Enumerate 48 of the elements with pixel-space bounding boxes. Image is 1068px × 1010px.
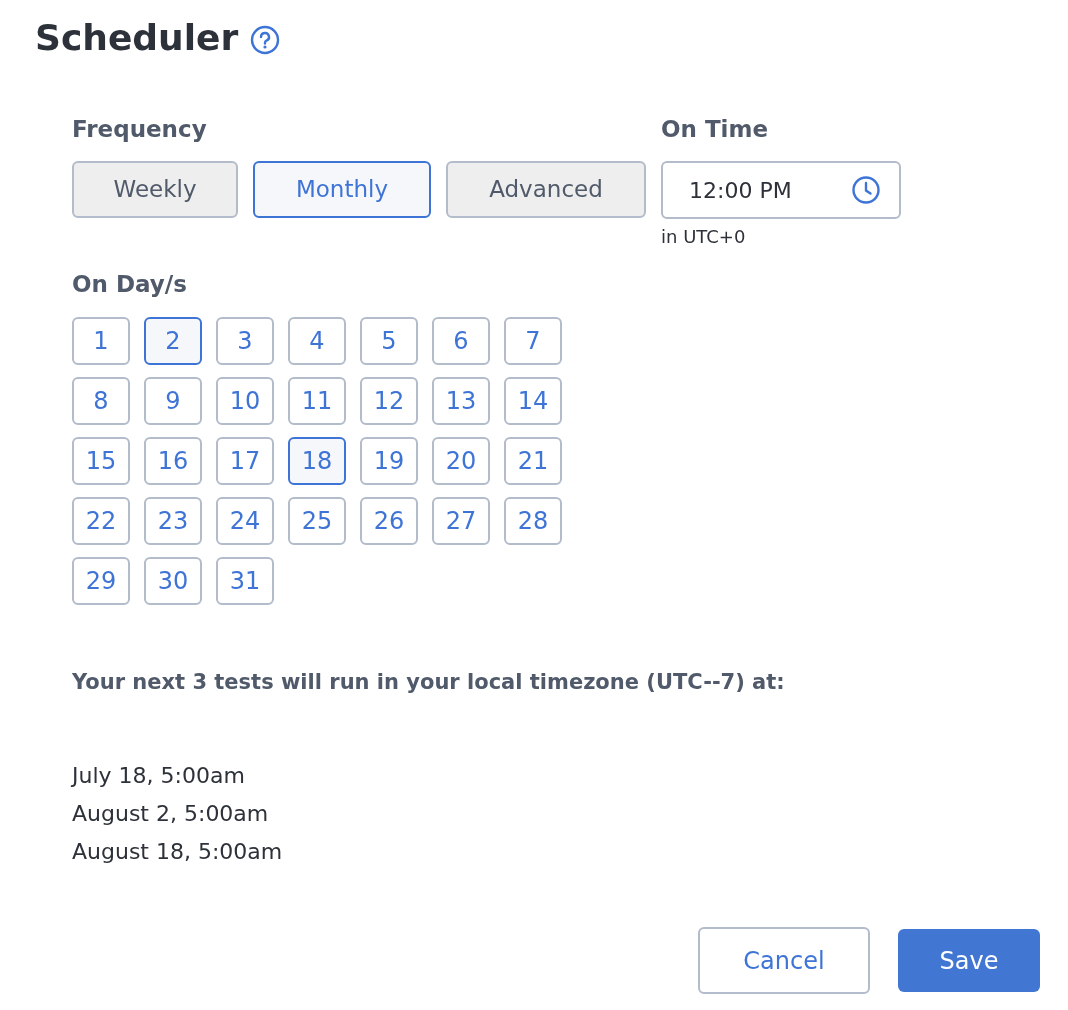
day-button[interactable]: 22 [72, 497, 130, 545]
frequency-tab[interactable]: Monthly [253, 161, 431, 218]
day-button[interactable]: 9 [144, 377, 202, 425]
frequency-label: Frequency [72, 115, 208, 144]
day-button[interactable]: 7 [504, 317, 562, 365]
run-date: August 2, 5:00am [72, 800, 269, 828]
day-button[interactable]: 30 [144, 557, 202, 605]
day-button[interactable]: 28 [504, 497, 562, 545]
on-time-label: On Time [661, 115, 770, 144]
day-button[interactable]: 6 [432, 317, 490, 365]
run-date: August 18, 5:00am [72, 838, 283, 866]
clock-icon[interactable] [851, 175, 881, 205]
frequency-tab[interactable]: Advanced [446, 161, 646, 218]
day-button[interactable]: 4 [288, 317, 346, 365]
day-button[interactable]: 2 [144, 317, 202, 365]
day-button[interactable]: 14 [504, 377, 562, 425]
day-button[interactable]: 15 [72, 437, 130, 485]
day-button[interactable]: 20 [432, 437, 490, 485]
day-button[interactable]: 17 [216, 437, 274, 485]
on-days-label: On Day/s [72, 270, 188, 299]
run-date: July 18, 5:00am [72, 762, 245, 790]
help-icon[interactable] [250, 25, 281, 55]
day-button[interactable]: 16 [144, 437, 202, 485]
day-button[interactable]: 11 [288, 377, 346, 425]
day-button[interactable]: 31 [216, 557, 274, 605]
day-button[interactable]: 12 [360, 377, 418, 425]
frequency-tab[interactable]: Weekly [72, 161, 238, 218]
day-button[interactable]: 27 [432, 497, 490, 545]
day-button[interactable]: 18 [288, 437, 346, 485]
day-button[interactable]: 1 [72, 317, 130, 365]
save-button[interactable]: Save [898, 929, 1040, 992]
page-title: Scheduler [35, 16, 239, 60]
day-button[interactable]: 21 [504, 437, 562, 485]
day-button[interactable]: 26 [360, 497, 418, 545]
day-button[interactable]: 23 [144, 497, 202, 545]
day-button[interactable]: 24 [216, 497, 274, 545]
day-button[interactable]: 19 [360, 437, 418, 485]
day-button[interactable]: 25 [288, 497, 346, 545]
day-button[interactable]: 8 [72, 377, 130, 425]
next-runs-heading: Your next 3 tests will run in your local timezone (UTC--7) at: [72, 669, 786, 696]
timezone-hint: in UTC+0 [661, 225, 747, 249]
day-button[interactable]: 10 [216, 377, 274, 425]
cancel-button[interactable]: Cancel [698, 927, 870, 994]
day-button[interactable]: 3 [216, 317, 274, 365]
day-button[interactable]: 29 [72, 557, 130, 605]
day-button[interactable]: 5 [360, 317, 418, 365]
day-button[interactable]: 13 [432, 377, 490, 425]
time-field[interactable]: 12:00 PM [661, 161, 901, 219]
